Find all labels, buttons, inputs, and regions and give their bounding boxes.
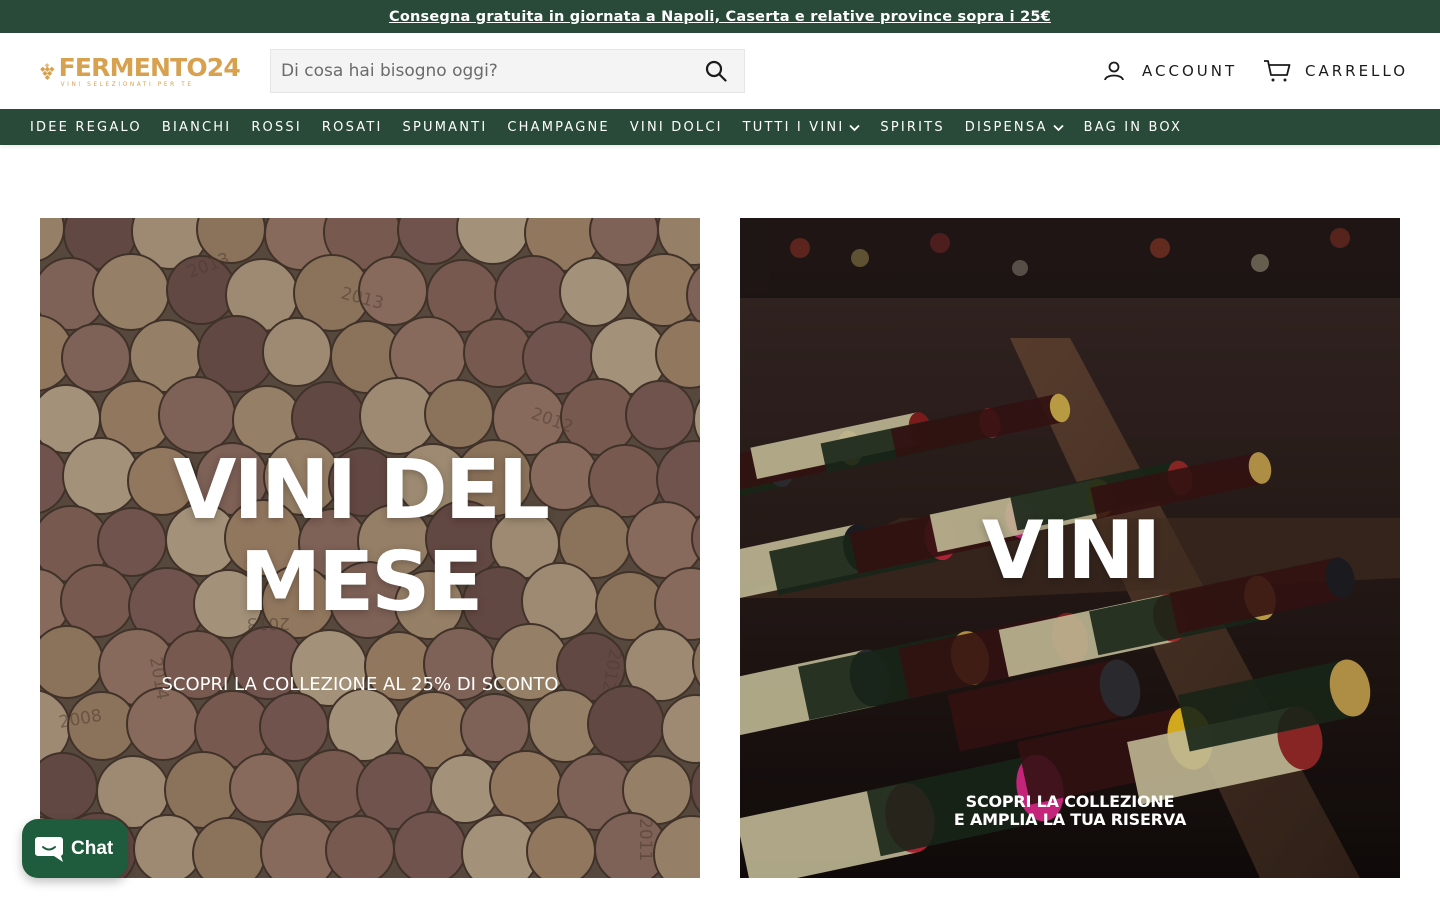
nav-item-bianchi[interactable]: BIANCHI <box>152 109 241 145</box>
cart-icon <box>1264 60 1291 82</box>
chat-label: Chat <box>71 837 114 859</box>
cart-label: CARRELLO <box>1305 62 1409 80</box>
account-link[interactable]: ACCOUNT <box>1102 57 1237 85</box>
brand-logo[interactable]: FERMENTO24 VINI SELEZIONATI PER TE <box>40 52 241 92</box>
promo-subtitle-line-1: SCOPRI LA COLLEZIONE <box>965 792 1175 811</box>
user-icon <box>1104 61 1124 81</box>
nav-item-label: SPUMANTI <box>402 119 488 135</box>
promo-tile-vini[interactable]: VINI SCOPRI LA COLLEZIONE E AMPLIA LA TU… <box>740 218 1400 878</box>
cart-link[interactable]: CARRELLO <box>1263 57 1408 85</box>
nav-item-spumanti[interactable]: SPUMANTI <box>393 109 498 145</box>
chevron-down-icon <box>849 124 861 131</box>
nav-item-label: ROSSI <box>251 119 302 135</box>
logo-wordmark: FERMENTO24 <box>58 53 241 82</box>
nav-item-tutti-i-vini[interactable]: TUTTI I VINI <box>733 109 871 145</box>
site-header: FERMENTO24 VINI SELEZIONATI PER TE ACCOU… <box>0 33 1440 109</box>
nav-item-champagne[interactable]: CHAMPAGNE <box>497 109 619 145</box>
nav-item-label: BIANCHI <box>161 119 232 135</box>
nav-item-dispensa[interactable]: DISPENSA <box>955 109 1074 145</box>
promo-subtitle: SCOPRI LA COLLEZIONE AL 25% DI SCONTO <box>161 674 559 695</box>
promo-subtitle-line-2: E AMPLIA LA TUA RISERVA <box>953 810 1187 829</box>
promo-tiles: 2013 2013 2012 2013 2012 2008 2014 2011 VINI DE… <box>40 218 1400 878</box>
nav-item-bag-in-box[interactable]: BAG IN BOX <box>1074 109 1192 145</box>
main-navigation: IDEE REGALO BIANCHI ROSSI ROSATI SPUMANT… <box>0 109 1440 145</box>
nav-item-label: ROSATI <box>321 119 383 135</box>
announcement-bar: Consegna gratuita in giornata a Napoli, … <box>0 0 1440 33</box>
chevron-down-icon <box>1053 124 1064 131</box>
nav-item-vini-dolci[interactable]: VINI DOLCI <box>620 109 733 145</box>
nav-item-label: BAG IN BOX <box>1083 119 1183 135</box>
nav-item-label: TUTTI I VINI <box>742 119 845 135</box>
grape-logo-icon <box>40 63 55 81</box>
promo-title-line-1: VINI DEL <box>173 443 550 538</box>
nav-item-label: IDEE REGALO <box>30 119 142 135</box>
search-button[interactable] <box>688 50 744 92</box>
nav-item-label: SPIRITS <box>880 119 945 135</box>
account-label: ACCOUNT <box>1142 62 1238 80</box>
chat-widget-button[interactable]: Chat <box>22 819 128 878</box>
search-bar <box>270 49 745 93</box>
nav-item-label: CHAMPAGNE <box>507 119 610 135</box>
search-icon <box>705 60 727 82</box>
nav-item-label: VINI DOLCI <box>629 119 723 135</box>
nav-item-label: DISPENSA <box>964 119 1048 135</box>
nav-item-spirits[interactable]: SPIRITS <box>870 109 954 145</box>
nav-item-idee-regalo[interactable]: IDEE REGALO <box>20 109 152 145</box>
promo-title-line-2: MESE <box>239 535 484 630</box>
promo-title: VINI <box>981 504 1161 597</box>
search-input[interactable] <box>271 50 688 92</box>
chat-bubble-icon <box>35 836 63 862</box>
logo-tagline: VINI SELEZIONATI PER TE <box>60 82 194 88</box>
promo-tile-vini-del-mese[interactable]: 2013 2013 2012 2013 2012 2008 2014 2011 VINI DE… <box>40 218 700 878</box>
announcement-link[interactable]: Consegna gratuita in giornata a Napoli, … <box>389 9 1051 25</box>
nav-item-rosati[interactable]: ROSATI <box>312 109 393 145</box>
nav-item-rossi[interactable]: ROSSI <box>241 109 312 145</box>
